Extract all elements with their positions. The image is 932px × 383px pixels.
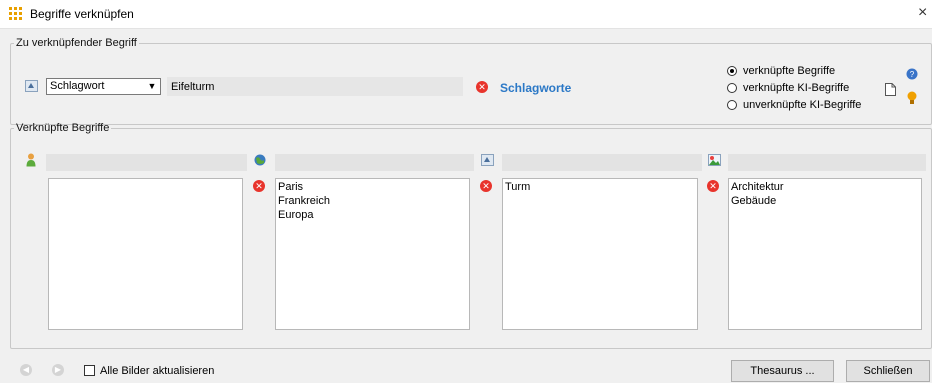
remove-category-icon[interactable]: ✕ bbox=[707, 180, 719, 192]
person-list[interactable] bbox=[48, 178, 243, 330]
list-item[interactable]: Architektur bbox=[731, 180, 919, 194]
category-list[interactable]: Architektur Gebäude bbox=[728, 178, 922, 330]
globe-icon bbox=[254, 154, 266, 166]
radio-button[interactable] bbox=[727, 66, 737, 76]
window-title: Begriffe verknüpfen bbox=[30, 7, 134, 21]
next-icon[interactable]: ▶ bbox=[52, 364, 64, 376]
picture-icon bbox=[708, 154, 721, 166]
close-button[interactable]: Schließen bbox=[846, 360, 930, 382]
term-type-combo[interactable]: Schlagwort ▼ bbox=[46, 78, 161, 95]
update-all-images-checkbox[interactable] bbox=[84, 365, 95, 376]
radio-button[interactable] bbox=[727, 83, 737, 93]
keyword-icon bbox=[25, 80, 38, 92]
person-filter-input[interactable] bbox=[46, 154, 247, 171]
list-item[interactable]: Frankreich bbox=[278, 194, 467, 208]
list-item[interactable]: Europa bbox=[278, 208, 467, 222]
place-filter-input[interactable] bbox=[275, 154, 474, 171]
footer-bar: ◀ ▶ Alle Bilder aktualisieren Thesaurus … bbox=[0, 356, 932, 383]
term-type-value: Schlagwort bbox=[50, 80, 105, 92]
lightbulb-icon[interactable] bbox=[907, 91, 917, 105]
document-icon[interactable] bbox=[885, 83, 896, 96]
radio-button[interactable] bbox=[727, 100, 737, 110]
title-bar: Begriffe verknüpfen × bbox=[0, 0, 932, 29]
close-icon[interactable]: × bbox=[918, 2, 932, 24]
remove-keyword-icon[interactable]: ✕ bbox=[480, 180, 492, 192]
clear-term-icon[interactable]: ✕ bbox=[476, 81, 488, 93]
chevron-down-icon[interactable]: ▼ bbox=[145, 80, 159, 93]
previous-icon[interactable]: ◀ bbox=[20, 364, 32, 376]
linked-terms-legend: Verknüpfte Begriffe bbox=[16, 122, 110, 134]
list-item[interactable]: Turm bbox=[505, 180, 695, 194]
place-list[interactable]: Paris Frankreich Europa bbox=[275, 178, 470, 330]
help-icon[interactable]: ? bbox=[906, 68, 918, 80]
keyword-icon bbox=[481, 154, 494, 166]
category-filter-input[interactable] bbox=[728, 154, 926, 171]
app-grid-icon bbox=[9, 7, 23, 21]
term-group-legend: Zu verknüpfender Begriff bbox=[16, 37, 137, 49]
update-all-images-label: Alle Bilder aktualisieren bbox=[100, 365, 215, 377]
term-input[interactable] bbox=[167, 77, 463, 96]
list-item[interactable]: Paris bbox=[278, 180, 467, 194]
keyword-list[interactable]: Turm bbox=[502, 178, 698, 330]
keyword-filter-input[interactable] bbox=[502, 154, 702, 171]
remove-place-icon[interactable]: ✕ bbox=[253, 180, 265, 192]
svg-text:?: ? bbox=[910, 70, 915, 79]
thesaurus-button[interactable]: Thesaurus ... bbox=[731, 360, 834, 382]
list-item[interactable]: Gebäude bbox=[731, 194, 919, 208]
schlagworte-link[interactable]: Schlagworte bbox=[500, 81, 571, 95]
person-icon bbox=[26, 153, 36, 167]
